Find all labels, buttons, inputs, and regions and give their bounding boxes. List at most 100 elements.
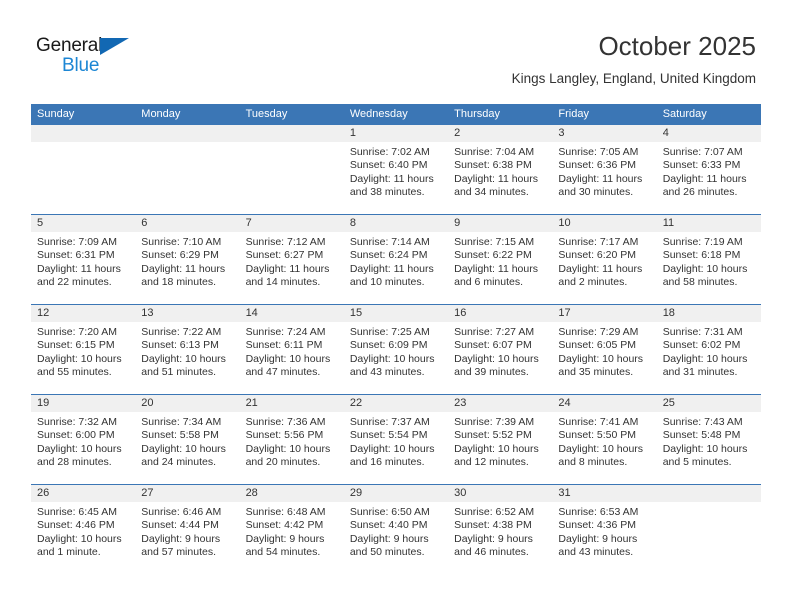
- sunrise-text: Sunrise: 6:48 AM: [245, 506, 326, 518]
- calendar-day-cell[interactable]: 9 Sunrise: 7:15 AM Sunset: 6:22 PM Daylight…: [448, 215, 553, 304]
- calendar-day-cell[interactable]: 24 Sunrise: 7:41 AM Sunset: 5:50 PM Dayligh…: [552, 395, 657, 484]
- sunrise-text: Sunrise: 7:34 AM: [141, 416, 222, 428]
- calendar-day-cell[interactable]: 29 Sunrise: 6:50 AM Sunset: 4:40 PM Dayligh…: [343, 485, 449, 575]
- daylight-text: Daylight: 11 hours and 6 minutes.: [454, 262, 538, 289]
- day-number: 23: [448, 395, 553, 412]
- day-details: Sunrise: 7:05 AM Sunset: 6:36 PM Daylight:…: [552, 142, 656, 200]
- day-details: Sunrise: 7:20 AM Sunset: 6:15 PM Daylight:…: [31, 322, 135, 380]
- daylight-text: Daylight: 10 hours and 12 minutes.: [454, 442, 539, 469]
- sunrise-text: Sunrise: 7:15 AM: [454, 236, 535, 248]
- sunset-text: Sunset: 6:11 PM: [245, 339, 323, 352]
- sunset-text: Sunset: 6:27 PM: [245, 249, 324, 262]
- day-details: Sunrise: 7:39 AM Sunset: 5:52 PM Daylight:…: [448, 412, 552, 470]
- daylight-text: Daylight: 9 hours and 46 minutes.: [454, 532, 533, 559]
- day-number: 1: [343, 125, 449, 142]
- day-number: 13: [135, 305, 240, 322]
- calendar-day-cell[interactable]: 6 Sunrise: 7:10 AM Sunset: 6:29 PM Daylight…: [135, 215, 240, 304]
- day-number: 16: [448, 305, 553, 322]
- daylight-text: Daylight: 11 hours and 30 minutes.: [558, 172, 643, 199]
- daylight-text: Daylight: 10 hours and 5 minutes.: [662, 442, 748, 469]
- calendar-day-cell[interactable]: 11 Sunrise: 7:19 AM Sunset: 6:18 PM Dayligh…: [656, 215, 761, 304]
- day-number: 19: [31, 395, 136, 412]
- calendar-day-cell[interactable]: 7 Sunrise: 7:12 AM Sunset: 6:27 PM Daylight…: [239, 215, 344, 304]
- calendar-day-cell[interactable]: 12 Sunrise: 7:20 AM Sunset: 6:15 PM Dayligh…: [31, 305, 136, 394]
- calendar-day-cell[interactable]: 23 Sunrise: 7:39 AM Sunset: 5:52 PM Dayligh…: [448, 395, 553, 484]
- day-details: Sunrise: 7:27 AM Sunset: 6:07 PM Daylight:…: [448, 322, 552, 380]
- calendar-day-cell[interactable]: 17 Sunrise: 7:29 AM Sunset: 6:05 PM Dayligh…: [552, 305, 657, 394]
- calendar-day-cell[interactable]: 21 Sunrise: 7:36 AM Sunset: 5:56 PM Dayligh…: [239, 395, 344, 484]
- calendar-day-cell[interactable]: 18 Sunrise: 7:31 AM Sunset: 6:02 PM Dayligh…: [656, 305, 761, 394]
- day-number: [31, 125, 136, 142]
- sunrise-text: Sunrise: 7:20 AM: [37, 326, 117, 338]
- calendar-day-cell[interactable]: 2 Sunrise: 7:04 AM Sunset: 6:38 PM Daylight…: [448, 125, 553, 214]
- sunset-text: Sunset: 6:09 PM: [349, 339, 428, 352]
- page-header: General Blue October 2025 Kings Langley,…: [0, 0, 792, 100]
- sunset-text: Sunset: 6:00 PM: [37, 429, 115, 442]
- calendar-day-cell[interactable]: 5 Sunrise: 7:09 AM Sunset: 6:31 PM Daylight…: [31, 215, 136, 304]
- daylight-text: Daylight: 10 hours and 28 minutes.: [37, 442, 122, 469]
- day-details: Sunrise: 6:48 AM Sunset: 4:42 PM Daylight:…: [240, 502, 344, 560]
- calendar-day-cell[interactable]: 26 Sunrise: 6:45 AM Sunset: 4:46 PM Dayligh…: [31, 485, 136, 575]
- logo-text-general: General: [36, 35, 103, 56]
- sunrise-text: Sunrise: 7:29 AM: [558, 326, 639, 338]
- day-details: Sunrise: 7:17 AM Sunset: 6:20 PM Daylight:…: [552, 232, 656, 290]
- calendar-day-cell[interactable]: 1 Sunrise: 7:02 AM Sunset: 6:40 PM Daylight…: [343, 125, 449, 214]
- calendar-day-cell[interactable]: 27 Sunrise: 6:46 AM Sunset: 4:44 PM Dayligh…: [135, 485, 240, 575]
- daylight-text: Daylight: 11 hours and 10 minutes.: [349, 262, 434, 289]
- day-number: 29: [343, 485, 449, 502]
- general-blue-logo[interactable]: General Blue: [36, 36, 156, 80]
- brand-triangle-icon: [100, 38, 129, 55]
- calendar-day-cell[interactable]: 10 Sunrise: 7:17 AM Sunset: 6:20 PM Dayligh…: [552, 215, 657, 304]
- daylight-text: Daylight: 9 hours and 43 minutes.: [558, 532, 638, 559]
- day-details: Sunrise: 7:36 AM Sunset: 5:56 PM Daylight:…: [240, 412, 344, 470]
- daylight-text: Daylight: 10 hours and 39 minutes.: [454, 352, 539, 379]
- weekday-header-saturday: Saturday: [662, 108, 707, 120]
- calendar-day-cell[interactable]: 13 Sunrise: 7:22 AM Sunset: 6:13 PM Dayligh…: [135, 305, 240, 394]
- calendar-day-cell[interactable]: 4 Sunrise: 7:07 AM Sunset: 6:33 PM Daylight…: [656, 125, 761, 214]
- daylight-text: Daylight: 11 hours and 14 minutes.: [245, 262, 330, 289]
- day-details: Sunrise: 7:10 AM Sunset: 6:29 PM Daylight:…: [135, 232, 239, 290]
- sunrise-text: Sunrise: 7:09 AM: [37, 236, 117, 248]
- sunset-text: Sunset: 6:15 PM: [37, 339, 115, 352]
- sunrise-text: Sunrise: 6:53 AM: [558, 506, 639, 518]
- calendar-weeks: 1 Sunrise: 7:02 AM Sunset: 6:40 PM Daylight…: [31, 125, 761, 575]
- calendar-day-cell[interactable]: 19 Sunrise: 7:32 AM Sunset: 6:00 PM Dayligh…: [31, 395, 136, 484]
- calendar-day-cell[interactable]: 14 Sunrise: 7:24 AM Sunset: 6:11 PM Dayligh…: [239, 305, 344, 394]
- calendar-day-cell[interactable]: 15 Sunrise: 7:25 AM Sunset: 6:09 PM Dayligh…: [343, 305, 449, 394]
- calendar-day-cell[interactable]: 8 Sunrise: 7:14 AM Sunset: 6:24 PM Daylight…: [343, 215, 449, 304]
- day-details: Sunrise: 6:46 AM Sunset: 4:44 PM Daylight:…: [135, 502, 239, 560]
- day-number: 26: [31, 485, 136, 502]
- calendar-day-cell[interactable]: 31 Sunrise: 6:53 AM Sunset: 4:36 PM Dayligh…: [552, 485, 657, 575]
- logo-text-blue: Blue: [62, 55, 100, 76]
- weekday-header-thursday: Thursday: [454, 108, 500, 120]
- calendar-day-cell[interactable]: 25 Sunrise: 7:43 AM Sunset: 5:48 PM Dayligh…: [656, 395, 761, 484]
- day-number: 3: [552, 125, 657, 142]
- sunset-text: Sunset: 6:05 PM: [558, 339, 637, 352]
- sunrise-text: Sunrise: 7:22 AM: [141, 326, 222, 338]
- weekday-header-sunday: Sunday: [37, 108, 75, 120]
- calendar-day-cell[interactable]: 20 Sunrise: 7:34 AM Sunset: 5:58 PM Dayligh…: [135, 395, 240, 484]
- sunrise-text: Sunrise: 7:37 AM: [349, 416, 430, 428]
- weekday-header-monday: Monday: [141, 108, 181, 120]
- daylight-text: Daylight: 10 hours and 51 minutes.: [141, 352, 226, 379]
- day-number: 9: [448, 215, 553, 232]
- weekday-header-row: Sunday Monday Tuesday Wednesday Thursday Frid…: [31, 104, 761, 125]
- day-number: 5: [31, 215, 136, 232]
- daylight-text: Daylight: 9 hours and 50 minutes.: [349, 532, 429, 559]
- calendar-week-row: 12 Sunrise: 7:20 AM Sunset: 6:15 PM Dayligh…: [31, 305, 761, 395]
- calendar-day-cell[interactable]: 30 Sunrise: 6:52 AM Sunset: 4:38 PM Dayligh…: [448, 485, 553, 575]
- day-number: 12: [31, 305, 136, 322]
- day-details: Sunrise: 6:53 AM Sunset: 4:36 PM Daylight:…: [552, 502, 656, 560]
- day-details: Sunrise: 7:43 AM Sunset: 5:48 PM Daylight:…: [657, 412, 761, 470]
- day-number: 11: [656, 215, 761, 232]
- day-number: [656, 485, 761, 502]
- calendar-day-cell[interactable]: 28 Sunrise: 6:48 AM Sunset: 4:42 PM Dayligh…: [239, 485, 344, 575]
- daylight-text: Daylight: 10 hours and 20 minutes.: [245, 442, 331, 469]
- calendar-day-cell[interactable]: 3 Sunrise: 7:05 AM Sunset: 6:36 PM Daylight…: [552, 125, 657, 214]
- sunset-text: Sunset: 6:02 PM: [662, 339, 741, 352]
- day-details: Sunrise: 7:22 AM Sunset: 6:13 PM Daylight:…: [135, 322, 239, 380]
- calendar-day-cell[interactable]: 16 Sunrise: 7:27 AM Sunset: 6:07 PM Dayligh…: [448, 305, 553, 394]
- day-details: Sunrise: 7:24 AM Sunset: 6:11 PM Daylight:…: [240, 322, 344, 380]
- day-number: 25: [656, 395, 761, 412]
- calendar-day-cell[interactable]: 22 Sunrise: 7:37 AM Sunset: 5:54 PM Dayligh…: [343, 395, 449, 484]
